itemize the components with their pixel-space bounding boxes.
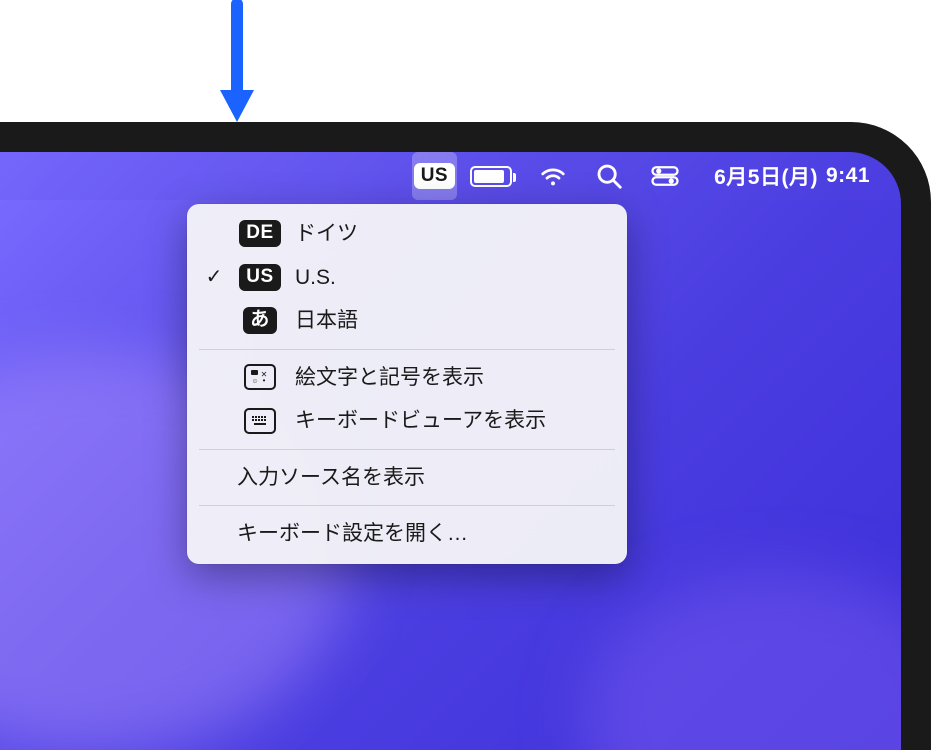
input-source-badge: US (414, 163, 455, 190)
keyboard-viewer-icon (244, 408, 276, 434)
show-input-source-name-item[interactable]: 入力ソース名を表示 (187, 456, 627, 500)
show-emoji-item[interactable]: ✕☺• 絵文字と記号を表示 (187, 356, 627, 400)
menu-item-label: キーボード設定を開く… (179, 518, 607, 550)
show-keyboard-viewer-item[interactable]: キーボードビューアを表示 (187, 399, 627, 443)
spotlight-button[interactable] (581, 152, 637, 200)
open-keyboard-settings-item[interactable]: キーボード設定を開く… (187, 512, 627, 556)
control-center-icon (650, 161, 680, 191)
battery-icon (470, 166, 512, 187)
separator (199, 505, 615, 506)
separator (199, 349, 615, 350)
pointer-arrow (217, 0, 257, 124)
lang-badge-de: DE (239, 220, 280, 247)
menu-item-label: 入力ソース名を表示 (179, 462, 607, 494)
control-center-button[interactable] (637, 152, 693, 200)
menubar: US (0, 152, 901, 200)
wifi-icon (538, 161, 568, 191)
screen: US (0, 152, 901, 750)
menu-item-label: 絵文字と記号を表示 (295, 362, 607, 394)
separator (199, 449, 615, 450)
wifi-status[interactable] (525, 152, 581, 200)
battery-status[interactable] (457, 152, 525, 200)
wallpaper-decoration (581, 572, 901, 750)
input-source-label: ドイツ (295, 218, 607, 250)
device-frame: US (0, 122, 931, 750)
checkmark-icon: ✓ (203, 262, 225, 292)
input-source-menu-button[interactable]: US (412, 152, 457, 200)
input-source-dropdown: DE ドイツ ✓ US U.S. あ 日本語 ✕☺• (187, 204, 627, 564)
datetime[interactable]: 6月5日(月) 9:41 (693, 152, 883, 200)
lang-badge-us: US (239, 264, 280, 291)
input-source-item-german[interactable]: DE ドイツ (187, 212, 627, 256)
svg-text:•: • (263, 376, 266, 385)
svg-text:☺: ☺ (251, 378, 258, 385)
date-label: 6月5日(月) (714, 161, 818, 191)
menu-item-label: キーボードビューアを表示 (295, 405, 607, 437)
time-label: 9:41 (826, 164, 870, 188)
emoji-viewer-icon: ✕☺• (244, 364, 276, 390)
input-source-item-japanese[interactable]: あ 日本語 (187, 299, 627, 343)
input-source-label: U.S. (295, 262, 607, 294)
search-icon (594, 161, 624, 191)
input-source-label: 日本語 (295, 305, 607, 337)
lang-badge-ja: あ (243, 307, 277, 334)
input-source-item-us[interactable]: ✓ US U.S. (187, 256, 627, 300)
